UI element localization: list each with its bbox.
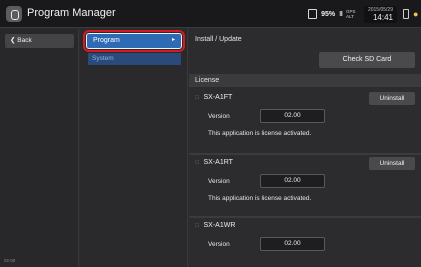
menu-item-program-label: Program: [93, 37, 120, 44]
menu-item-system-label: System: [92, 55, 114, 62]
uninstall-button[interactable]: Uninstall: [369, 92, 415, 105]
battery-icon: [308, 9, 318, 19]
clock: 2015/05/29 14:41: [363, 5, 397, 23]
divider: [189, 153, 421, 155]
content-panel: Install / Update Check SD Card License ☐…: [189, 29, 421, 267]
menu-column: Program ▸ System: [80, 29, 188, 267]
license-name: SX-A1RT: [203, 159, 233, 166]
license-name: SX-A1WR: [203, 222, 236, 229]
back-button[interactable]: ❮ Back: [5, 34, 74, 48]
sd-card-icon: [403, 9, 409, 19]
back-label: Back: [17, 37, 32, 44]
app-title: Program Manager: [27, 7, 116, 19]
version-label: Version: [208, 178, 230, 185]
check-sd-card-button[interactable]: Check SD Card: [319, 52, 415, 68]
battery-level: 95%: [321, 10, 336, 18]
chevron-right-icon: ▸: [171, 37, 175, 43]
section-title: Install / Update: [195, 36, 242, 43]
chevron-left-icon: ❮: [10, 37, 16, 44]
menu-item-system[interactable]: System: [88, 53, 181, 65]
left-navigation: ❮ Back 02.00: [0, 29, 79, 267]
status-time: 14:41: [372, 12, 393, 22]
app-icon: ☐: [195, 222, 200, 229]
app-icon: ☐: [195, 159, 200, 166]
program-manager-icon: [6, 6, 22, 22]
gps-indicator: GPS ALT: [345, 9, 356, 19]
footer-version: 02.00: [4, 258, 16, 263]
app-window: Program Manager 95% III GPS ALT 2015/05/…: [0, 0, 421, 267]
location-pin-icon: ●: [413, 9, 419, 19]
uninstall-button[interactable]: Uninstall: [369, 157, 415, 170]
app-icon: ☐: [195, 94, 200, 101]
status-area: 95% III GPS ALT 2015/05/29 14:41 ●: [308, 3, 421, 25]
license-name: SX-A1FT: [203, 94, 233, 101]
license-header: License: [189, 74, 421, 87]
license-status: This application is license activated.: [208, 130, 312, 137]
divider: [189, 216, 421, 218]
version-value: 02.00: [260, 174, 325, 188]
license-status: This application is license activated.: [208, 195, 312, 202]
title-bar: Program Manager 95% III GPS ALT 2015/05/…: [0, 0, 421, 28]
version-label: Version: [208, 241, 230, 248]
version-label: Version: [208, 113, 230, 120]
version-value: 02.00: [260, 109, 325, 123]
menu-item-program[interactable]: Program ▸: [86, 33, 182, 49]
signal-icon: III: [339, 10, 343, 18]
version-value: 02.00: [260, 237, 325, 251]
